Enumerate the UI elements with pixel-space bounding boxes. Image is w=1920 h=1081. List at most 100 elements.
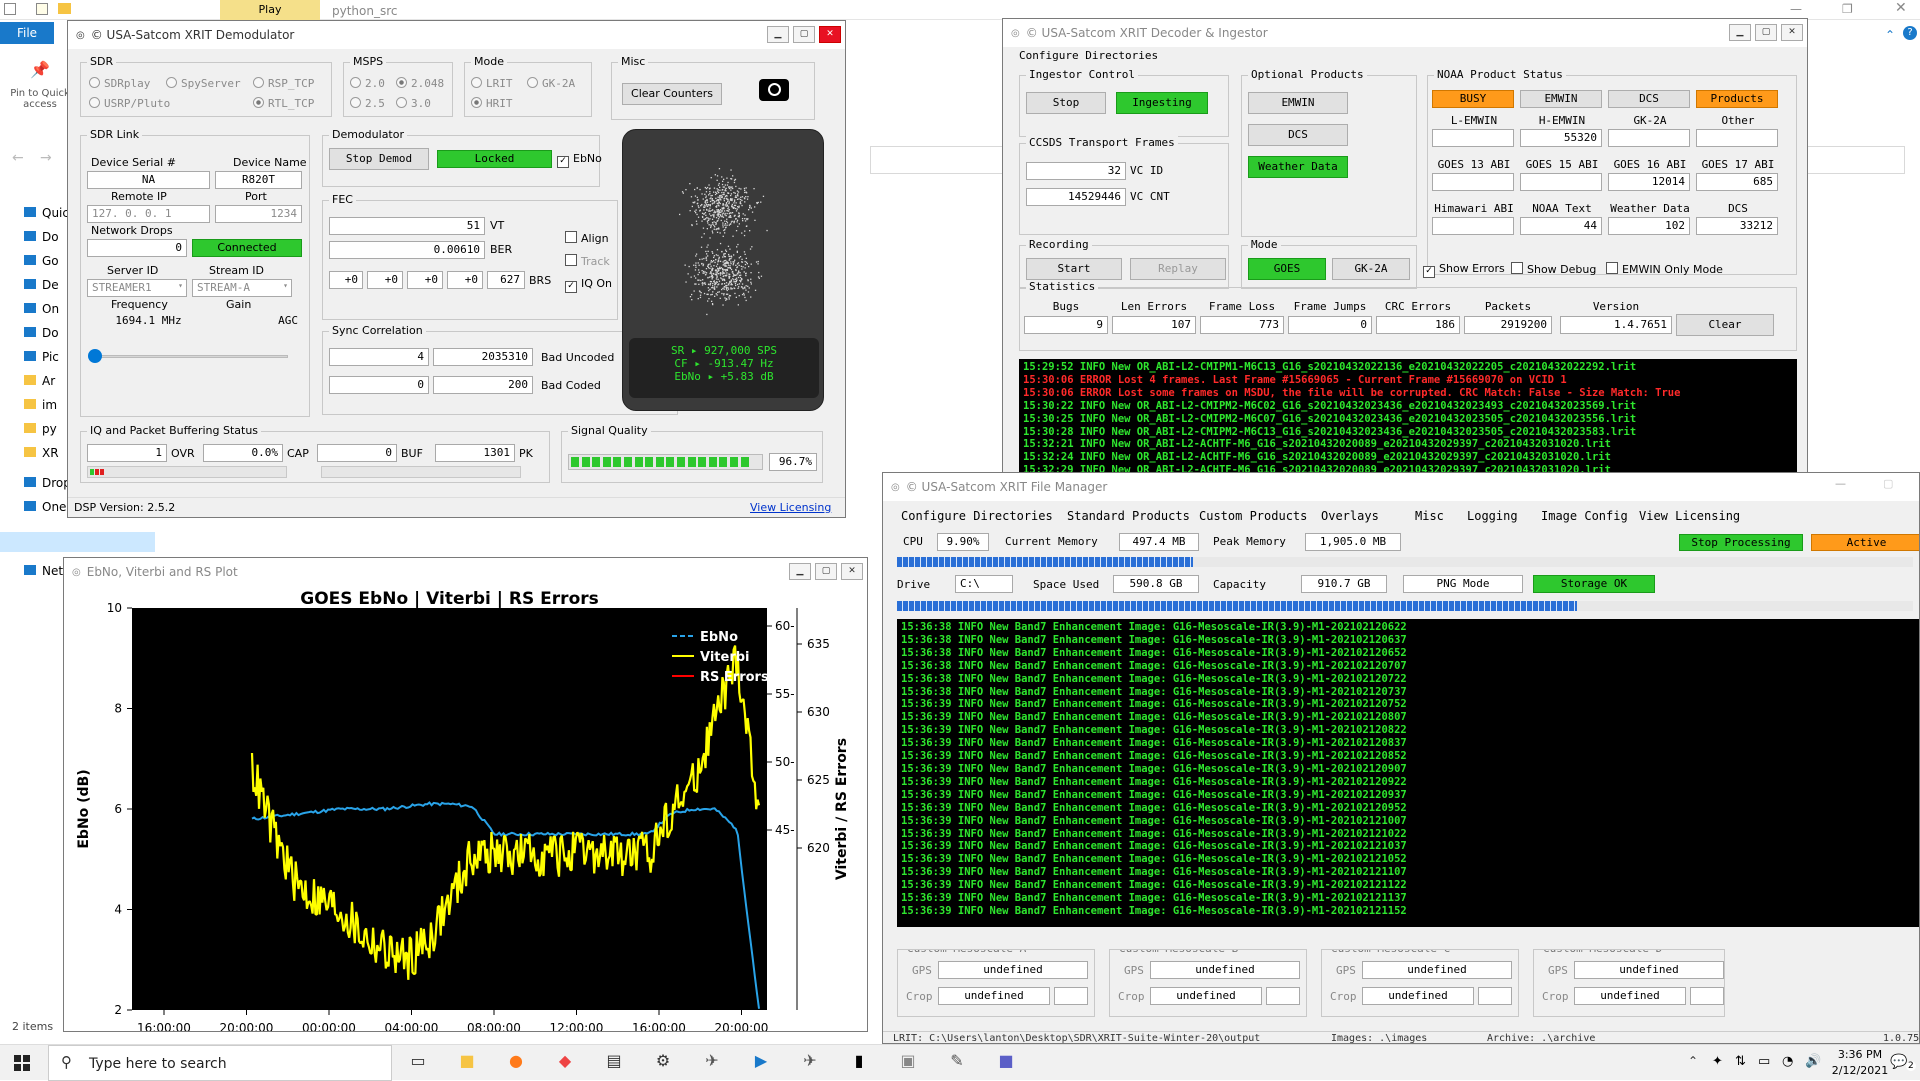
radio-msps-2-5[interactable]: 2.5 xyxy=(350,97,385,110)
menu-item[interactable]: Overlays xyxy=(1321,509,1379,523)
nav-item[interactable]: py xyxy=(24,422,57,436)
crop-extra-field[interactable] xyxy=(1266,987,1300,1005)
start-recording-button[interactable]: Start xyxy=(1026,258,1122,280)
tray-chevron-icon[interactable]: ⌃ xyxy=(1688,1054,1698,1068)
radio-sdrplay[interactable]: SDRplay xyxy=(89,77,150,90)
radio-spyserver[interactable]: SpyServer xyxy=(166,77,241,90)
taskbar-search-box[interactable]: ⚲ Type here to search xyxy=(48,1045,392,1081)
align-checkbox[interactable]: Align xyxy=(565,231,609,245)
radio-usrp-pluto[interactable]: USRP/Pluto xyxy=(89,97,170,110)
crop-extra-field[interactable] xyxy=(1478,987,1512,1005)
stream-id-dropdown[interactable]: STREAM-A ▾ xyxy=(192,279,292,297)
tab-play[interactable]: Play xyxy=(220,0,320,20)
minimize-icon[interactable]: ▁ xyxy=(767,26,789,43)
iq-on-checkbox[interactable]: IQ On xyxy=(565,277,612,293)
nav-item[interactable]: Quic xyxy=(24,206,69,220)
windows-start-icon[interactable] xyxy=(14,1055,30,1071)
explorer-close[interactable]: ✕ xyxy=(1895,0,1907,16)
terminal-icon[interactable]: ▤ xyxy=(602,1051,626,1070)
radio-rtl-tcp[interactable]: RTL_TCP xyxy=(253,97,314,110)
nav-item[interactable]: De xyxy=(24,278,59,292)
configure-directories-menu[interactable]: Configure Directories xyxy=(1019,49,1158,62)
nav-item[interactable]: Net xyxy=(24,564,63,578)
maximize-icon[interactable]: ▢ xyxy=(793,26,815,43)
menu-item[interactable]: Configure Directories xyxy=(901,509,1053,523)
crop-field[interactable]: undefined xyxy=(1150,987,1262,1005)
dropbox-icon[interactable]: ✦ xyxy=(1712,1054,1723,1069)
gps-field[interactable]: undefined xyxy=(1574,961,1724,979)
crop-field[interactable]: undefined xyxy=(1574,987,1686,1005)
satcom-app-icon[interactable]: ✈ xyxy=(798,1051,822,1070)
menu-item[interactable]: Logging xyxy=(1467,509,1518,523)
radio-lrit[interactable]: LRIT xyxy=(471,77,513,90)
frequency-field[interactable]: 1694.1 MHz xyxy=(87,313,210,331)
firefox-icon[interactable]: ● xyxy=(504,1051,528,1070)
server-id-dropdown[interactable]: STREAMER1 ▾ xyxy=(87,279,187,297)
radio-msps-2-0[interactable]: 2.0 xyxy=(350,77,385,90)
radio-hrit[interactable]: HRIT xyxy=(471,97,513,110)
quick-access-icon[interactable] xyxy=(4,3,16,15)
gps-field[interactable]: undefined xyxy=(1362,961,1512,979)
properties-icon[interactable] xyxy=(36,3,48,15)
maximize-icon[interactable]: ▢ xyxy=(1755,24,1777,41)
volume-icon[interactable]: 🔊 xyxy=(1805,1054,1821,1069)
gain-slider-thumb[interactable] xyxy=(88,349,102,363)
pin-icon[interactable]: 📌 xyxy=(30,60,50,79)
battery-icon[interactable]: ▭ xyxy=(1758,1054,1770,1069)
nav-item[interactable]: Ar xyxy=(24,374,55,388)
ribbon-chevron-icon[interactable]: ⌃ xyxy=(1885,28,1895,42)
paint-icon[interactable]: ◆ xyxy=(553,1051,577,1070)
powershell-icon[interactable]: ▶ xyxy=(749,1051,773,1070)
device-name-field[interactable]: R820T xyxy=(215,171,302,189)
gain-field[interactable]: AGC xyxy=(215,313,302,331)
forward-arrow-icon[interactable]: → xyxy=(40,150,52,166)
gk2a-mode-button[interactable]: GK-2A xyxy=(1332,258,1410,280)
menu-item[interactable]: Image Config xyxy=(1541,509,1628,523)
folder-icon[interactable] xyxy=(58,3,71,14)
show-errors-checkbox[interactable]: Show Errors xyxy=(1423,262,1505,278)
clear-statistics-button[interactable]: Clear xyxy=(1676,314,1774,336)
maximize-icon[interactable]: ▢ xyxy=(815,563,837,580)
crop-field[interactable]: undefined xyxy=(938,987,1050,1005)
emwin-button[interactable]: EMWIN xyxy=(1248,92,1348,114)
explorer-minimize[interactable]: — xyxy=(1790,2,1802,16)
nav-item[interactable]: Do xyxy=(24,326,59,340)
nav-item[interactable]: XR xyxy=(24,446,59,460)
replay-button[interactable]: Replay xyxy=(1130,258,1226,280)
remote-ip-field[interactable]: 127. 0. 0. 1 xyxy=(87,205,210,223)
explorer-maximize[interactable]: ❐ xyxy=(1842,2,1853,16)
ingestor-stop-button[interactable]: Stop xyxy=(1026,92,1106,114)
teams-icon[interactable]: ■ xyxy=(994,1051,1018,1070)
show-debug-checkbox[interactable]: Show Debug xyxy=(1511,262,1596,276)
help-icon[interactable]: ? xyxy=(1903,26,1917,40)
task-view-icon[interactable]: ▭ xyxy=(406,1051,430,1070)
satcom-icon[interactable]: ✈ xyxy=(700,1051,724,1070)
crop-extra-field[interactable] xyxy=(1690,987,1724,1005)
radio-msps-2-048[interactable]: 2.048 xyxy=(396,77,444,90)
stop-processing-button[interactable]: Stop Processing xyxy=(1679,534,1803,551)
back-arrow-icon[interactable]: ← xyxy=(12,150,24,166)
network-icon[interactable]: ⇅ xyxy=(1735,1054,1746,1069)
nav-item[interactable]: im xyxy=(24,398,57,412)
file-tab[interactable]: File xyxy=(0,22,54,44)
pen-icon[interactable]: ✎ xyxy=(945,1051,969,1070)
crop-field[interactable]: undefined xyxy=(1362,987,1474,1005)
goes-mode-button[interactable]: GOES xyxy=(1248,258,1326,280)
radio-rsp-tcp[interactable]: RSP_TCP xyxy=(253,77,314,90)
gps-field[interactable]: undefined xyxy=(1150,961,1300,979)
crop-extra-field[interactable] xyxy=(1054,987,1088,1005)
photos-icon[interactable]: ▣ xyxy=(896,1051,920,1070)
wifi-icon[interactable]: ◔ xyxy=(1782,1054,1793,1069)
radio-msps-3-0[interactable]: 3.0 xyxy=(396,97,431,110)
stop-demod-button[interactable]: Stop Demod xyxy=(329,148,429,170)
nav-item[interactable]: Pic xyxy=(24,350,59,364)
clear-counters-button[interactable]: Clear Counters xyxy=(622,83,722,105)
menu-item[interactable]: View Licensing xyxy=(1639,509,1740,523)
ebno-checkbox[interactable]: EbNo xyxy=(557,152,602,168)
minimize-icon[interactable]: ▁ xyxy=(789,563,811,580)
menu-item[interactable]: Misc xyxy=(1415,509,1444,523)
nav-item[interactable]: One xyxy=(24,500,66,514)
nav-item[interactable]: Do xyxy=(24,230,59,244)
close-icon[interactable]: ✕ xyxy=(1781,24,1803,41)
menu-item[interactable]: Standard Products xyxy=(1067,509,1190,523)
